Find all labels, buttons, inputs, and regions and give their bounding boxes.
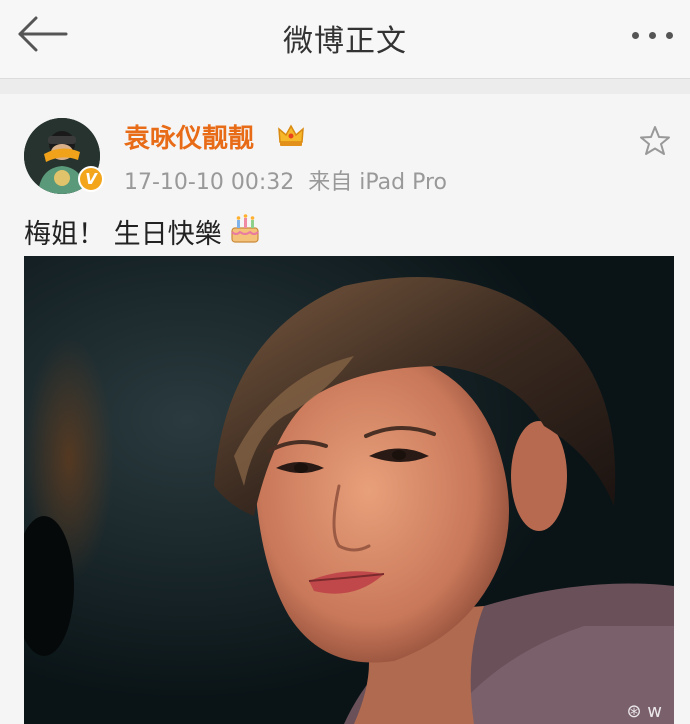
birthday-cake-icon	[231, 214, 259, 243]
post-text: 梅姐！ 生日快樂	[24, 219, 222, 250]
weibo-post-page: 微博正文 V 袁咏仪靓靓 17-10-10 00:32 来自 iPad Pro …	[0, 0, 690, 724]
crown-icon	[278, 124, 304, 146]
username-link[interactable]: 袁咏仪靓靓	[124, 118, 254, 155]
star-icon	[640, 126, 670, 155]
post-timestamp: 17-10-10 00:32	[124, 170, 295, 195]
favorite-button[interactable]	[638, 124, 672, 158]
post-card: V 袁咏仪靓靓 17-10-10 00:32 来自 iPad Pro 梅姐！ 生日…	[0, 94, 690, 724]
post-meta: 17-10-10 00:32 来自 iPad Pro	[124, 164, 447, 196]
post-image[interactable]: ⊛ w	[24, 256, 674, 724]
top-nav-bar: 微博正文	[0, 0, 690, 79]
post-source: 来自 iPad Pro	[308, 170, 447, 195]
verified-v-icon: V	[78, 166, 104, 192]
image-watermark: ⊛ w	[626, 701, 662, 722]
page-title: 微博正文	[283, 24, 407, 59]
more-options-button[interactable]	[628, 18, 678, 52]
section-divider	[0, 79, 690, 94]
more-dots-icon	[632, 32, 639, 39]
